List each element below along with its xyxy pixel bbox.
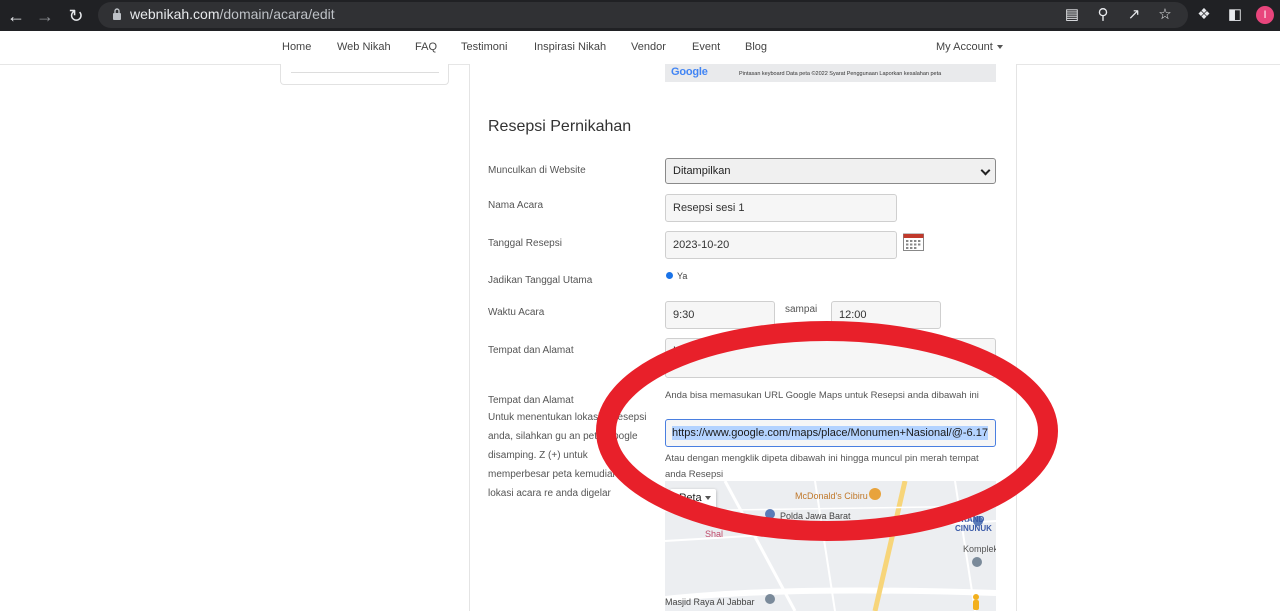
nav-web-nikah[interactable]: Web Nikah [337, 41, 391, 53]
caret-down-icon [996, 45, 1003, 50]
nav-inspirasi-nikah[interactable]: Inspirasi Nikah [534, 41, 606, 53]
map-attribution: Pintasan keyboard Data peta ©2022 Syarat… [739, 71, 942, 77]
venue-map-label: Tempat dan Alamat [488, 395, 574, 406]
chevron-down-icon [980, 165, 991, 176]
annotation-ellipse [596, 321, 1058, 541]
translate-icon[interactable]: ▤ [1061, 4, 1083, 26]
show-on-website-select[interactable]: Ditampilkan [665, 158, 996, 184]
main-date-radio[interactable] [666, 272, 673, 279]
site-navbar: Home Web Nikah FAQ Testimoni Inspirasi N… [0, 31, 1280, 65]
map-top[interactable]: Google Pintasan keyboard Data peta ©2022… [665, 64, 996, 82]
venue-label: Tempat dan Alamat [488, 345, 574, 356]
main-date-option-label: Ya [677, 271, 688, 281]
map-place: Komplek [963, 544, 996, 554]
nav-home[interactable]: Home [282, 41, 311, 53]
nav-vendor[interactable]: Vendor [631, 41, 666, 53]
forward-arrow-icon[interactable]: → [33, 4, 57, 28]
sidebar-card [280, 64, 449, 85]
show-on-website-label: Munculkan di Website [488, 165, 586, 176]
nav-event[interactable]: Event [692, 41, 720, 53]
side-panel-icon[interactable]: ◧ [1224, 4, 1246, 26]
google-logo: Google [671, 66, 708, 78]
event-name-input[interactable]: Resepsi sesi 1 [665, 194, 897, 222]
bookmark-star-icon[interactable]: ☆ [1154, 4, 1176, 26]
nav-testimoni[interactable]: Testimoni [461, 41, 507, 53]
share-icon[interactable]: ↗ [1123, 4, 1145, 26]
calendar-icon[interactable] [903, 232, 924, 251]
main-date-label: Jadikan Tanggal Utama [488, 275, 593, 286]
event-time-label: Waktu Acara [488, 307, 545, 318]
browser-toolbar: ← → ↻ webnikah.com/domain/acara/edit ▤ ⚲… [0, 0, 1280, 31]
lock-icon [113, 8, 121, 20]
my-account-dropdown[interactable]: My Account [936, 41, 1003, 53]
reception-date-label: Tanggal Resepsi [488, 238, 562, 249]
back-arrow-icon[interactable]: ← [4, 4, 28, 28]
nav-blog[interactable]: Blog [745, 41, 767, 53]
section-title: Resepsi Pernikahan [488, 118, 632, 135]
address-text: webnikah.com/domain/acara/edit [130, 6, 335, 22]
event-name-label: Nama Acara [488, 200, 544, 211]
extensions-icon[interactable]: ❖ [1193, 4, 1215, 26]
nav-faq[interactable]: FAQ [415, 41, 437, 53]
zoom-icon[interactable]: ⚲ [1092, 4, 1114, 26]
divider [291, 72, 439, 73]
pegman-icon[interactable] [969, 593, 983, 611]
map-place: Masjid Raya Al Jabbar [665, 597, 755, 607]
time-separator: sampai [785, 304, 818, 315]
reload-icon[interactable]: ↻ [64, 4, 88, 28]
profile-avatar[interactable]: I [1256, 6, 1274, 24]
reception-date-input[interactable]: 2023-10-20 [665, 231, 897, 259]
